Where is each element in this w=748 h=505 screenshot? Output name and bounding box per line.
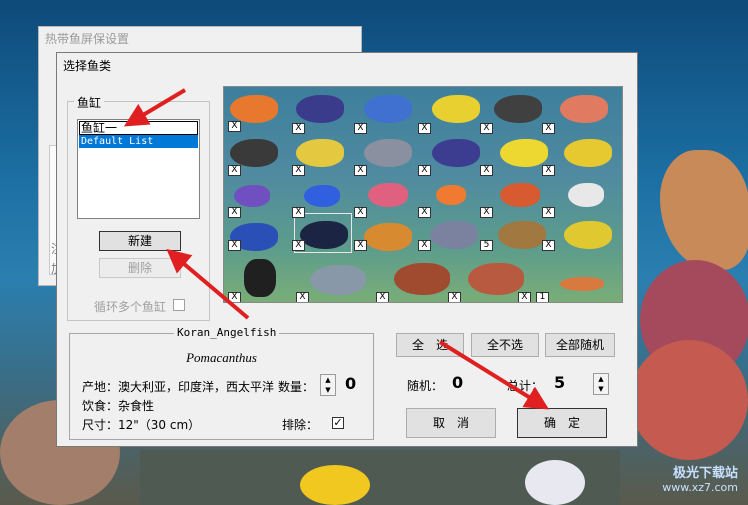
fish-thumbnail[interactable]	[494, 95, 542, 123]
total-spinner[interactable]: ▲ ▼	[593, 373, 609, 395]
cancel-button[interactable]: 取 消	[406, 408, 496, 438]
fish-thumbnail[interactable]	[244, 259, 276, 297]
fish-tag[interactable]: X	[354, 123, 367, 134]
fish-thumbnail[interactable]	[430, 221, 478, 249]
fish-tag[interactable]: X	[542, 165, 555, 176]
fish-count-label: 数量：	[278, 380, 315, 394]
fish-thumbnail[interactable]	[304, 185, 340, 207]
fish-tag[interactable]: X	[480, 123, 493, 134]
fish-tag[interactable]: X	[542, 123, 555, 134]
fish-tag[interactable]: X	[228, 292, 241, 302]
fish-thumbnail[interactable]	[560, 95, 608, 123]
fish-size: 尺寸：12"（30 cm）	[82, 418, 201, 432]
fish-tag[interactable]: X	[518, 292, 531, 302]
fish-tag[interactable]: X	[542, 240, 555, 251]
fish-count-value: 0	[345, 374, 357, 393]
tank-list-item-default[interactable]: Default List	[79, 135, 198, 148]
fish-tag[interactable]: X	[292, 123, 305, 134]
fish-tag[interactable]: X	[418, 240, 431, 251]
fish-tag[interactable]: X	[418, 207, 431, 218]
tank-name-edit[interactable]: 鱼缸一	[79, 121, 198, 135]
watermark: 极光下载站 www.xz7.com	[662, 467, 738, 495]
fish-thumbnail[interactable]	[568, 183, 604, 207]
fish-tag[interactable]: X	[228, 165, 241, 176]
fish-info-group: Koran_Angelfish Pomacanthus 产地：澳大利亚，印度洋，…	[69, 326, 374, 440]
fish-origin: 产地：澳大利亚，印度洋，西太平洋	[82, 380, 275, 394]
fish-tag[interactable]: X	[228, 207, 241, 218]
coral-decoration	[660, 150, 748, 270]
fish-tag[interactable]: 5	[480, 240, 493, 251]
exclude-label: 排除：	[282, 418, 319, 432]
random-value: 0	[452, 373, 464, 392]
fish-tag[interactable]: X	[480, 165, 493, 176]
fish-tag[interactable]: X	[542, 207, 555, 218]
fish-thumbnail[interactable]	[296, 139, 344, 167]
fish-latin-name: Pomacanthus	[186, 350, 257, 365]
coral-decoration	[630, 340, 748, 460]
delete-tank-button[interactable]: 删除	[99, 258, 181, 278]
fish-thumbnail[interactable]	[560, 277, 604, 291]
fish-tag[interactable]: X	[354, 165, 367, 176]
loop-tanks-label: 循环多个鱼缸	[94, 300, 167, 314]
total-value: 5	[554, 373, 566, 392]
fish-thumbnail-koran-angelfish[interactable]	[300, 221, 348, 249]
coral-decoration	[525, 460, 585, 505]
fish-thumbnail[interactable]	[368, 183, 408, 207]
fish-tag[interactable]: X	[354, 240, 367, 251]
fish-thumbnail[interactable]	[432, 95, 480, 123]
all-random-button[interactable]: 全部随机	[545, 333, 615, 357]
select-all-button[interactable]: 全 选	[396, 333, 464, 357]
fish-info-legend: Koran_Angelfish	[174, 326, 280, 339]
fish-thumbnail[interactable]	[230, 139, 278, 167]
fish-tag[interactable]: X	[296, 292, 309, 302]
fish-tag[interactable]: X	[376, 292, 389, 302]
loop-tanks-checkbox[interactable]	[173, 299, 185, 311]
background-window-title: 热带鱼屏保设置	[45, 32, 130, 46]
fish-tag[interactable]: 1	[536, 292, 549, 302]
tank-group-legend: 鱼缸	[74, 94, 105, 111]
fish-thumbnail[interactable]	[500, 139, 548, 167]
fish-count-spinner[interactable]: ▲ ▼	[320, 374, 336, 396]
fish-decoration	[300, 465, 370, 505]
fish-tag[interactable]: X	[292, 240, 305, 251]
fish-thumbnail[interactable]	[310, 265, 366, 295]
ok-button[interactable]: 确 定	[517, 408, 607, 438]
fish-thumbnail[interactable]	[564, 139, 612, 167]
tank-listbox[interactable]: 鱼缸一 Default List	[77, 119, 200, 219]
fish-thumbnail[interactable]	[498, 221, 546, 249]
select-none-button[interactable]: 全不选	[471, 333, 539, 357]
fish-selection-panel[interactable]: X X X X X X X X X X X X X X X X X X X X …	[223, 86, 623, 303]
fish-tag[interactable]: X	[228, 240, 241, 251]
fish-thumbnail[interactable]	[364, 139, 412, 167]
fish-tag[interactable]: X	[418, 123, 431, 134]
fish-thumbnail[interactable]	[394, 263, 450, 295]
fish-tag[interactable]: X	[292, 165, 305, 176]
new-tank-button[interactable]: 新建	[99, 231, 181, 251]
fish-thumbnail[interactable]	[230, 95, 278, 123]
fish-thumbnail[interactable]	[432, 139, 480, 167]
exclude-checkbox[interactable]: ✓	[332, 417, 344, 429]
fish-thumbnail[interactable]	[364, 95, 412, 123]
fish-thumbnail[interactable]	[296, 95, 344, 123]
fish-tag[interactable]: X	[354, 207, 367, 218]
fish-tag[interactable]: X	[418, 165, 431, 176]
dialog-title: 选择鱼类	[63, 59, 112, 73]
fish-food: 饮食：杂食性	[82, 399, 155, 413]
watermark-line2: www.xz7.com	[662, 481, 738, 494]
fish-thumbnail[interactable]	[468, 263, 524, 295]
fish-thumbnail[interactable]	[364, 223, 412, 251]
fish-thumbnail[interactable]	[436, 185, 466, 205]
fish-tag[interactable]: X	[292, 207, 305, 218]
fish-thumbnail[interactable]	[564, 221, 612, 249]
total-label: 总计：	[507, 379, 544, 393]
watermark-line1: 极光下载站	[672, 466, 738, 481]
fish-tag[interactable]: X	[480, 207, 493, 218]
fish-tag[interactable]: X	[228, 121, 241, 132]
fish-thumbnail[interactable]	[500, 183, 540, 207]
fish-tag[interactable]: X	[448, 292, 461, 302]
select-fish-dialog: 选择鱼类 鱼缸 鱼缸一 Default List 新建 删除 循环多个鱼缸 X …	[56, 52, 638, 447]
fish-thumbnail[interactable]	[234, 185, 270, 207]
random-label: 随机：	[407, 379, 444, 393]
